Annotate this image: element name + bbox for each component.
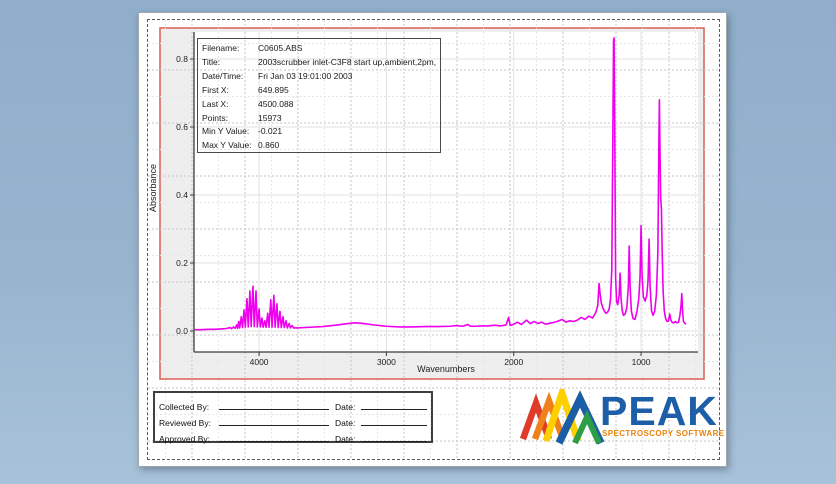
signature-box: Collected By: Date: Reviewed By: Date: A… [153,391,433,444]
date-label: Date: [335,434,356,444]
info-row: Date/Time: Fri Jan 03 19:01:00 2003 [202,70,436,84]
info-row: Points: 15973 [202,112,436,126]
info-row: First X: 649.895 [202,84,436,98]
x-axis-title: Wavenumbers [417,364,475,374]
mountains-icon [519,389,605,445]
reviewed-by-line [219,416,329,426]
info-label: Points: [202,112,228,123]
approved-by-line [219,432,329,442]
date-line [361,416,427,426]
peak-logo: PEAK SPECTROSCOPY SOFTWARE [517,388,725,447]
y-tick-label: 0.4 [176,190,188,200]
info-value: C0605.ABS [258,43,303,53]
info-row: Filename: C0605.ABS [202,42,436,56]
spectrum-info-box: Filename: C0605.ABS Title: 2003scrubber … [197,38,441,153]
info-row: Title: 2003scrubber inlet-C3F8 start up,… [202,56,436,70]
info-label: Filename: [202,43,240,53]
date-line [361,400,427,410]
y-tick-label: 0.8 [176,54,188,64]
logo-tagline: SPECTROSCOPY SOFTWARE [602,429,725,438]
info-label: First X: [202,84,229,95]
y-tick-label: 0.2 [176,258,188,268]
info-label: Title: [202,56,221,67]
date-label: Date: [335,418,356,428]
collected-by-label: Collected By: [159,402,210,412]
info-row: Min Y Value: -0.021 [202,125,436,139]
info-value: 0.860 [258,140,280,151]
signature-row-collected: Collected By: Date: [159,396,427,412]
info-row: Last X: 4500.088 [202,98,436,112]
info-row: Max Y Value: 0.860 [202,139,436,153]
desktop-background: { "info_box": { "rows": [ {"label": "Fil… [0,0,836,484]
signature-row-approved: Approved By: Date: [159,428,427,444]
info-value: 2003scrubber inlet-C3F8 start up,ambient… [258,56,436,67]
report-page: 4000 3000 2000 1000 0.0 0.2 0.4 0.6 0.8 Filename… [138,12,727,467]
info-value: 649.895 [258,84,289,95]
date-label: Date: [335,402,356,412]
info-value: Fri Jan 03 19:01:00 2003 [258,70,353,81]
signature-row-reviewed: Reviewed By: Date: [159,412,427,428]
reviewed-by-label: Reviewed By: [159,418,211,428]
approved-by-label: Approved By: [159,434,211,444]
y-tick-label: 0.6 [176,122,188,132]
y-tick-label: 0.0 [176,326,188,336]
info-label: Last X: [202,98,229,109]
info-label: Max Y Value: [202,140,252,151]
info-value: 15973 [258,112,282,123]
date-line [361,432,427,442]
info-value: -0.021 [258,126,283,137]
info-label: Min Y Value: [202,126,250,137]
info-value: 4500.088 [258,98,294,109]
logo-wordmark: PEAK [600,388,718,434]
collected-by-line [219,400,329,410]
info-label: Date/Time: [202,70,244,81]
y-axis-title: Absorbance [148,163,158,213]
